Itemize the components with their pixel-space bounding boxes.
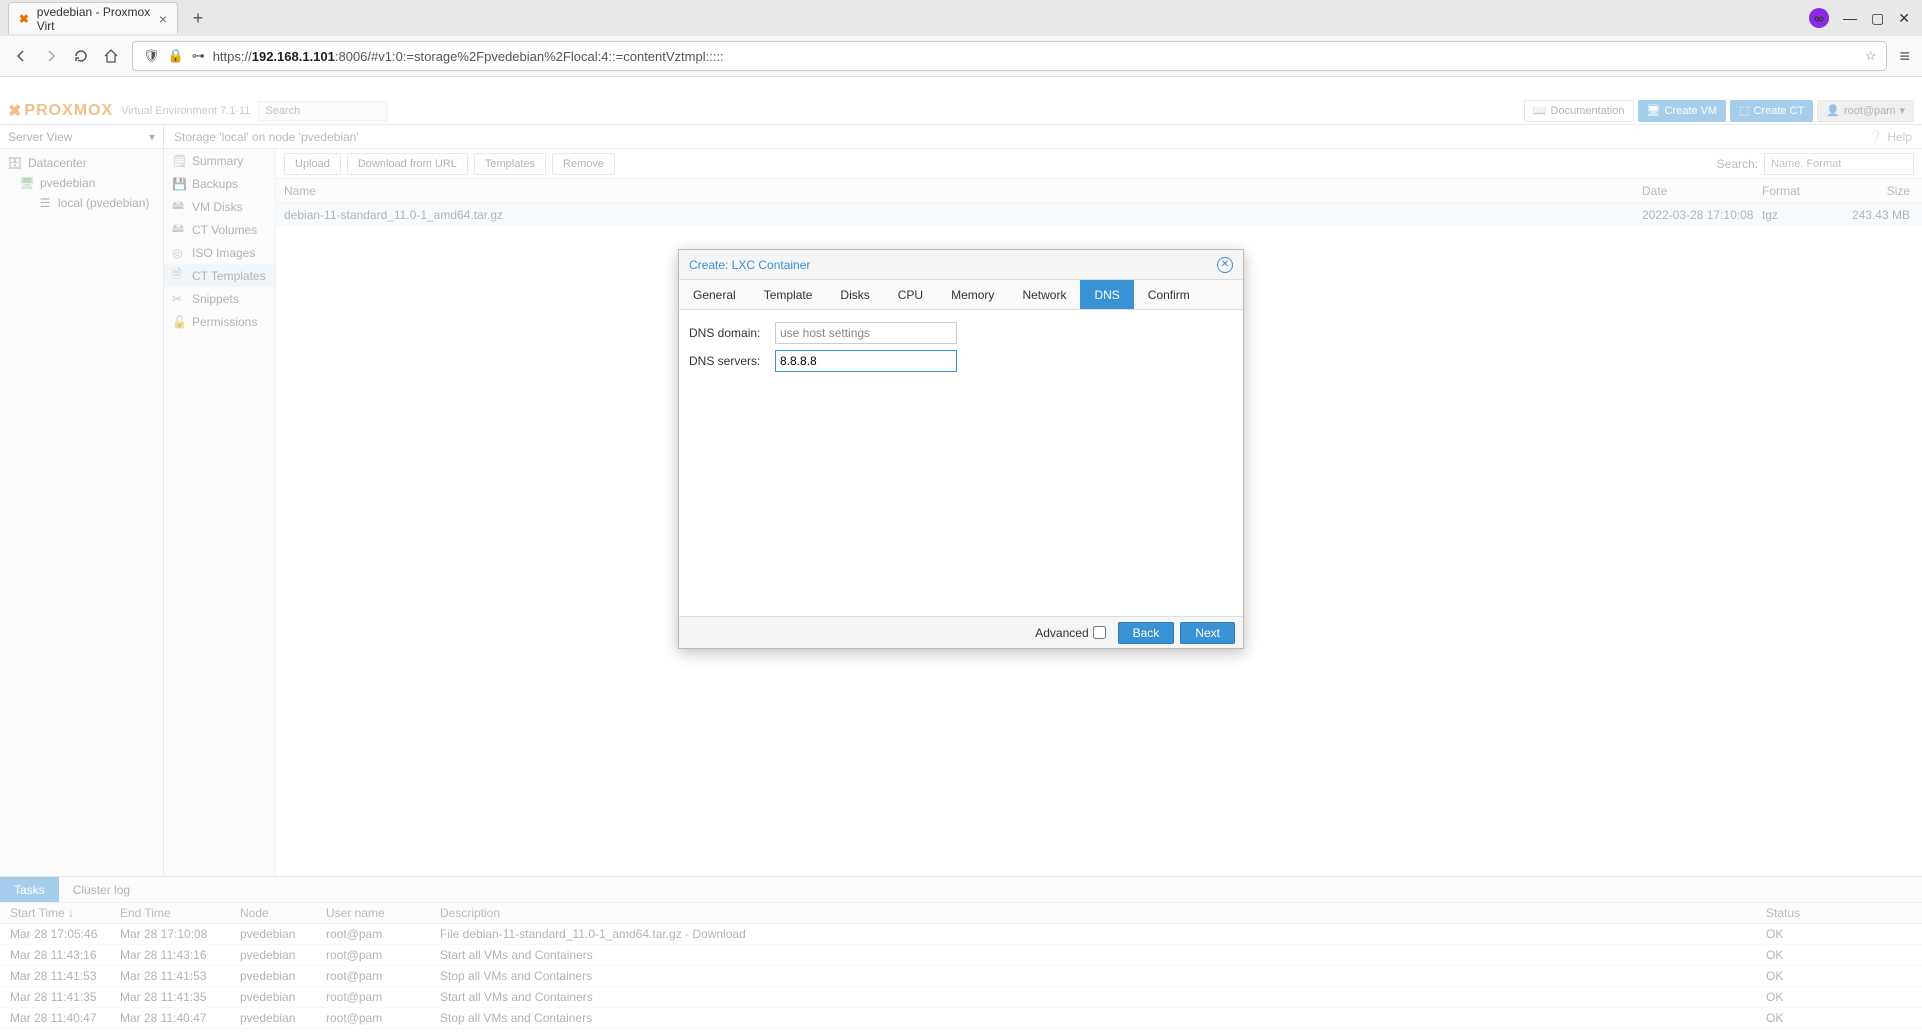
- dialog-tab-network[interactable]: Network: [1008, 280, 1080, 309]
- dns-servers-input[interactable]: [775, 350, 957, 372]
- back-icon[interactable]: [12, 47, 30, 65]
- create-lxc-dialog: Create: LXC Container ✕ GeneralTemplateD…: [678, 249, 1244, 649]
- url-bar[interactable]: 🛡 🔒 ⊶ https://192.168.1.101:8006/#v1:0:=…: [132, 41, 1887, 71]
- extension-icon[interactable]: ∞: [1809, 8, 1829, 28]
- proxmox-favicon: ✖: [17, 11, 31, 27]
- close-window-icon[interactable]: ✕: [1898, 10, 1910, 27]
- bookmark-icon[interactable]: ☆: [1865, 48, 1877, 64]
- forward-icon[interactable]: [42, 47, 60, 65]
- browser-chrome: ✖ pvedebian - Proxmox Virt × + ∞ — ▢ ✕ 🛡…: [0, 0, 1922, 97]
- close-tab-icon[interactable]: ×: [159, 11, 167, 27]
- next-button[interactable]: Next: [1180, 622, 1235, 644]
- tab-strip: ✖ pvedebian - Proxmox Virt × + ∞ — ▢ ✕: [0, 0, 1922, 36]
- nav-bar: 🛡 🔒 ⊶ https://192.168.1.101:8006/#v1:0:=…: [0, 36, 1922, 76]
- dialog-tab-memory[interactable]: Memory: [937, 280, 1008, 309]
- advanced-checkbox[interactable]: Advanced: [1035, 626, 1105, 640]
- dialog-tab-dns[interactable]: DNS: [1080, 280, 1133, 309]
- dialog-tab-general[interactable]: General: [679, 280, 750, 309]
- window-controls: ∞ — ▢ ✕: [1809, 8, 1922, 28]
- dialog-tabs: GeneralTemplateDisksCPUMemoryNetworkDNSC…: [679, 280, 1243, 310]
- key-icon: ⊶: [192, 48, 205, 64]
- advanced-checkbox-input[interactable]: [1093, 626, 1106, 639]
- dialog-tab-disks[interactable]: Disks: [826, 280, 883, 309]
- maximize-icon[interactable]: ▢: [1871, 10, 1884, 27]
- dns-domain-input[interactable]: [775, 322, 957, 344]
- shield-icon: 🛡: [143, 48, 160, 64]
- home-icon[interactable]: [102, 47, 120, 65]
- modal-overlay: Create: LXC Container ✕ GeneralTemplateD…: [0, 97, 1922, 1034]
- dialog-titlebar[interactable]: Create: LXC Container ✕: [679, 250, 1243, 280]
- dialog-footer: Advanced Back Next: [679, 616, 1243, 648]
- back-button[interactable]: Back: [1118, 622, 1175, 644]
- close-dialog-icon[interactable]: ✕: [1217, 257, 1233, 273]
- dialog-tab-cpu[interactable]: CPU: [884, 280, 937, 309]
- menu-icon[interactable]: ≡: [1899, 46, 1910, 67]
- url-text: https://192.168.1.101:8006/#v1:0:=storag…: [213, 49, 1857, 64]
- dns-domain-label: DNS domain:: [689, 326, 775, 340]
- dialog-tab-confirm[interactable]: Confirm: [1134, 280, 1204, 309]
- dns-servers-label: DNS servers:: [689, 354, 775, 368]
- tab-title: pvedebian - Proxmox Virt: [37, 5, 153, 33]
- new-tab-button[interactable]: +: [184, 4, 212, 32]
- browser-tab[interactable]: ✖ pvedebian - Proxmox Virt ×: [8, 2, 178, 34]
- minimize-icon[interactable]: —: [1843, 10, 1857, 26]
- dialog-body: DNS domain: DNS servers:: [679, 310, 1243, 616]
- reload-icon[interactable]: [72, 47, 90, 65]
- dialog-title: Create: LXC Container: [689, 258, 810, 272]
- bookmarks-bar: [0, 76, 1922, 97]
- dialog-tab-template[interactable]: Template: [750, 280, 827, 309]
- lock-icon: 🔒: [168, 48, 184, 64]
- proxmox-app: ✖PROXMOX Virtual Environment 7.1-11 📖Doc…: [0, 97, 1922, 1034]
